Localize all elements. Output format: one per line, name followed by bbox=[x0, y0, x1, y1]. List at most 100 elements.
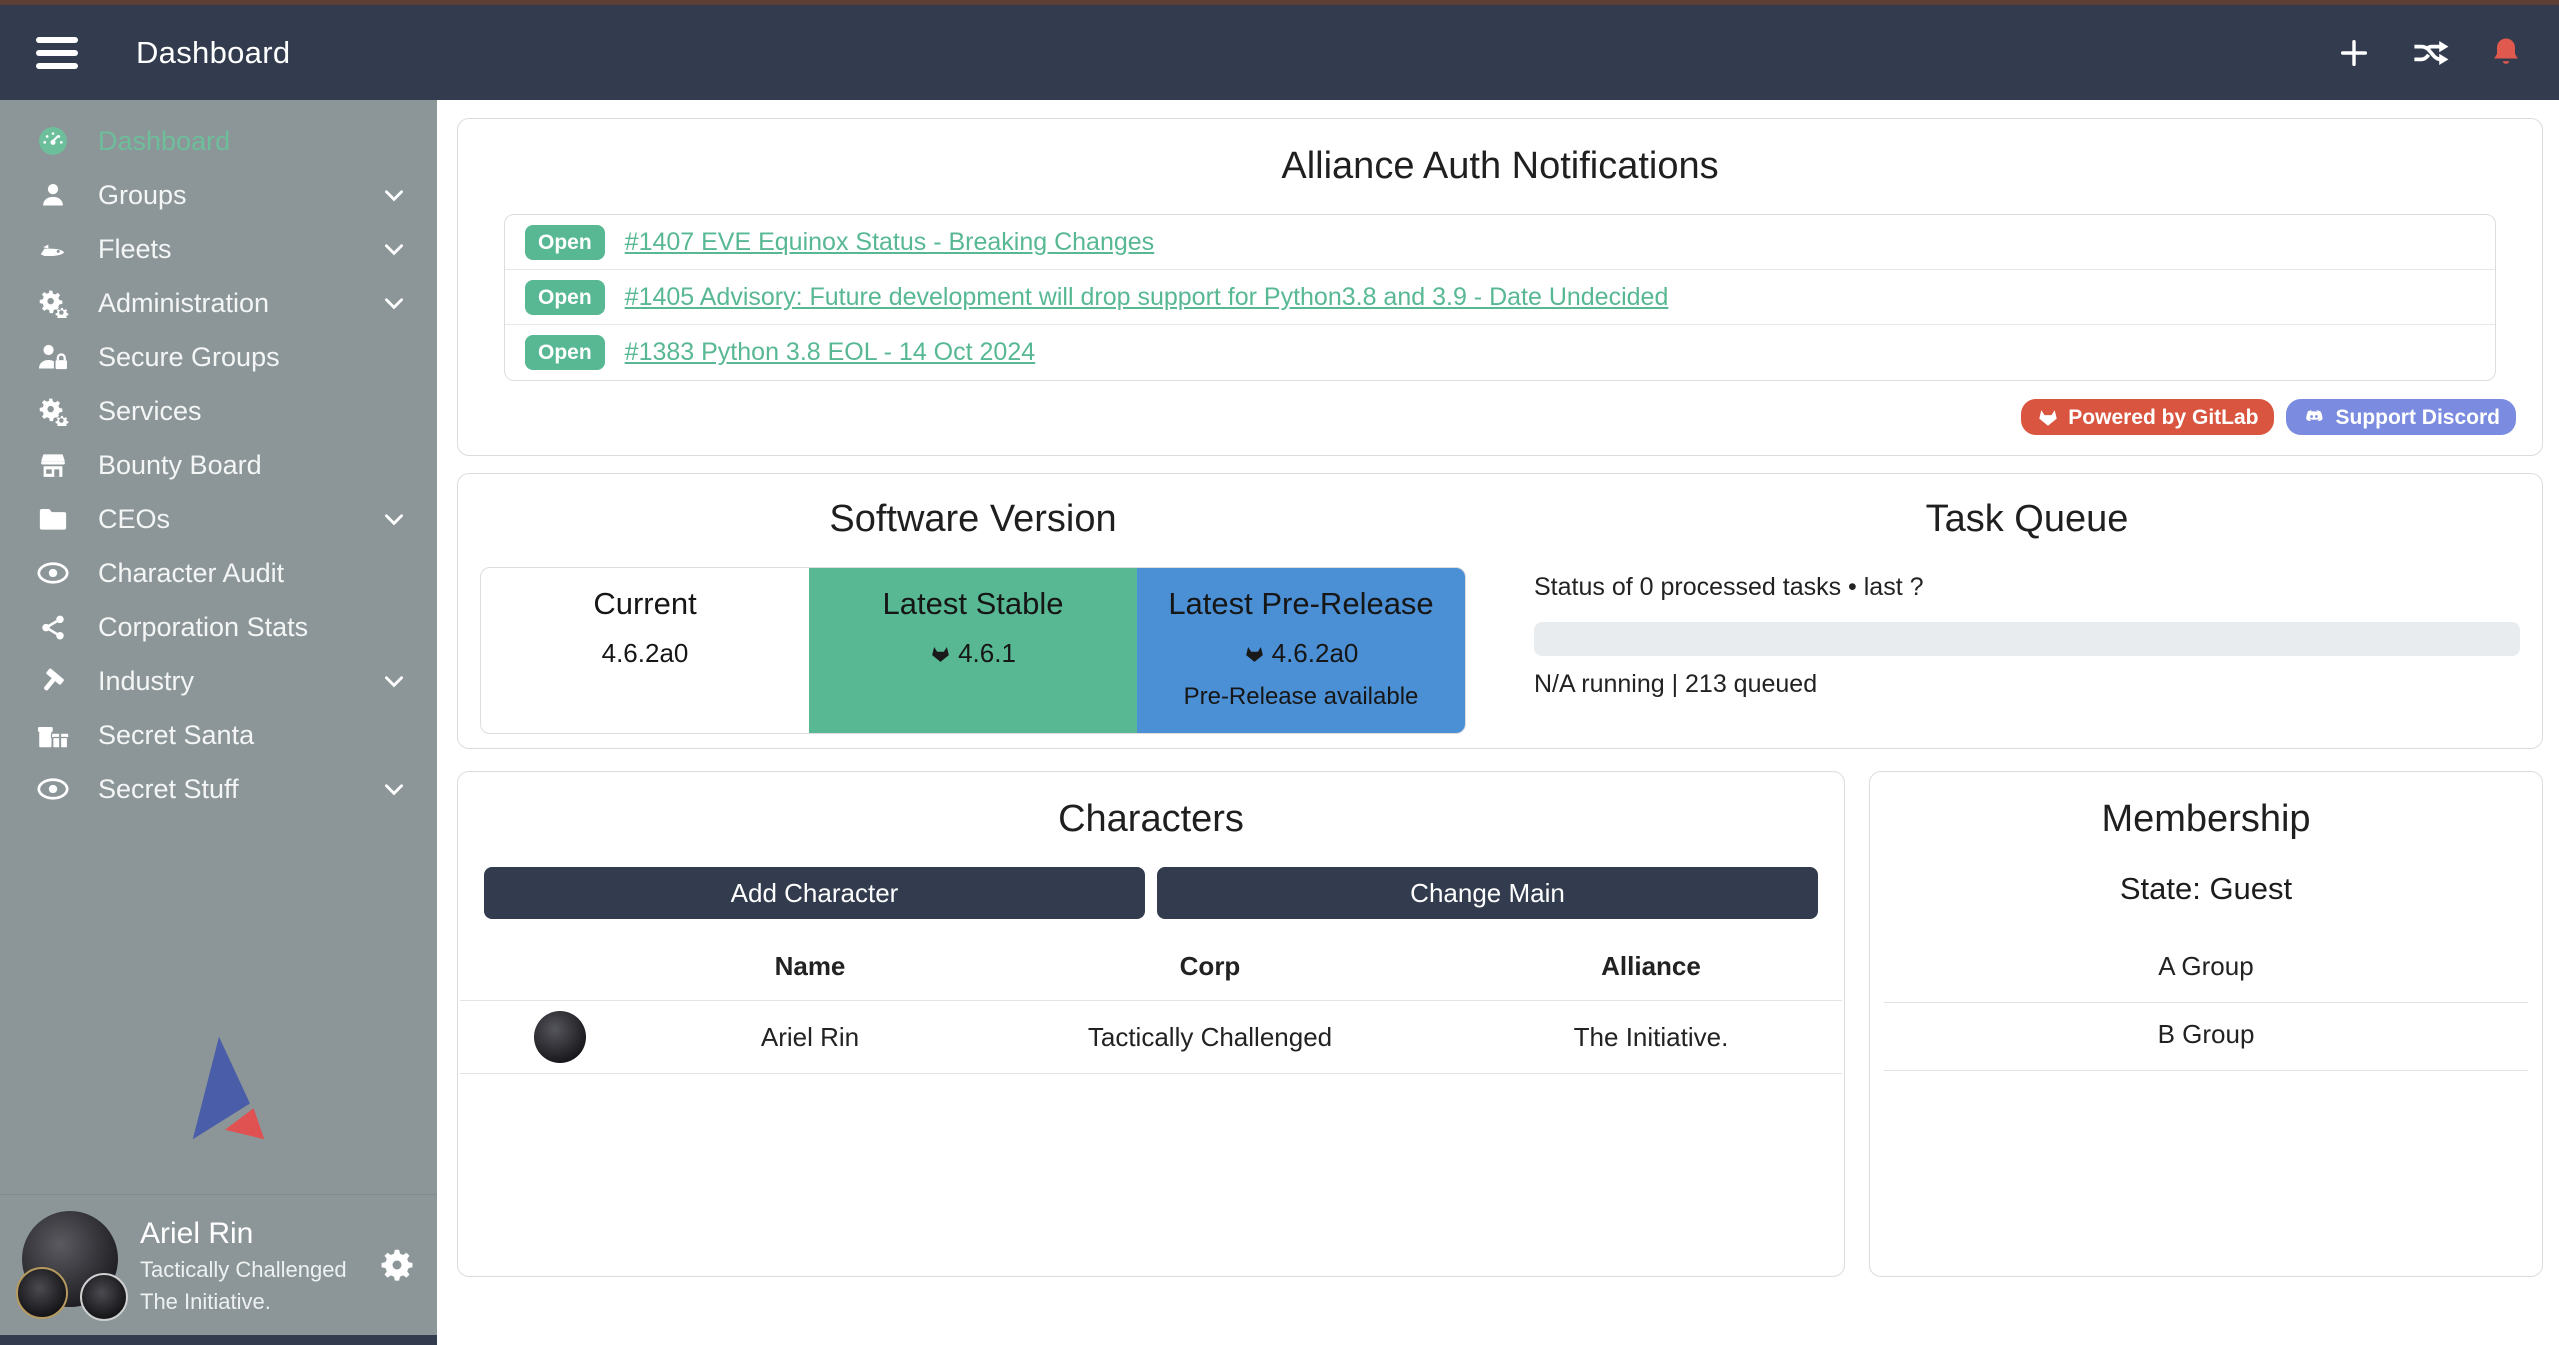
discord-badge[interactable]: Support Discord bbox=[2286, 399, 2516, 435]
sidebar-item-label: Administration bbox=[98, 288, 269, 319]
column-header-corp: Corp bbox=[960, 943, 1460, 1001]
version-prerelease-label: Latest Pre-Release bbox=[1137, 586, 1465, 622]
notification-link[interactable]: #1405 Advisory: Future development will … bbox=[625, 283, 1669, 312]
sidebar-item-label: Character Audit bbox=[98, 558, 284, 589]
user-name: Ariel Rin bbox=[140, 1215, 347, 1253]
user-icon bbox=[30, 181, 76, 209]
sidebar-item-dashboard[interactable]: Dashboard bbox=[0, 114, 437, 168]
notification-link[interactable]: #1383 Python 3.8 EOL - 14 Oct 2024 bbox=[625, 338, 1035, 367]
tachometer-icon bbox=[30, 125, 76, 157]
shuttle-icon bbox=[30, 235, 76, 263]
sidebar-item-ceos[interactable]: CEOs bbox=[0, 492, 437, 546]
software-version-section: Software Version Current 4.6.2a0 Latest … bbox=[458, 498, 1500, 748]
column-header-name: Name bbox=[660, 943, 960, 1001]
notifications-panel: Alliance Auth Notifications Open #1407 E… bbox=[457, 118, 2543, 456]
chevron-down-icon bbox=[381, 506, 407, 532]
sidebar-item-administration[interactable]: Administration bbox=[0, 276, 437, 330]
sidebar-item-bounty-board[interactable]: Bounty Board bbox=[0, 438, 437, 492]
notifications-footer: Powered by GitLab Support Discord bbox=[484, 399, 2516, 435]
task-queue-title: Task Queue bbox=[1534, 498, 2520, 541]
sidebar-item-label: Industry bbox=[98, 666, 194, 697]
sidebar-item-label: Dashboard bbox=[98, 126, 230, 157]
table-row: Ariel Rin Tactically Challenged The Init… bbox=[460, 1001, 1842, 1074]
sidebar-nav: Dashboard Groups bbox=[0, 100, 437, 816]
sidebar-item-label: CEOs bbox=[98, 504, 170, 535]
version-stable-box: Latest Stable 4.6.1 bbox=[809, 568, 1137, 733]
add-character-button[interactable]: Add Character bbox=[484, 867, 1145, 919]
cogs-icon bbox=[30, 288, 76, 318]
gifts-icon bbox=[30, 721, 76, 749]
version-boxes: Current 4.6.2a0 Latest Stable 4.6.1 bbox=[480, 567, 1466, 734]
membership-panel: Membership State: Guest A Group B Group bbox=[1869, 771, 2543, 1277]
list-item: B Group bbox=[1884, 1003, 2528, 1071]
status-badge: Open bbox=[525, 280, 605, 315]
version-prerelease-box: Latest Pre-Release 4.6.2a0 Pre-Release a… bbox=[1137, 568, 1465, 733]
eye-icon bbox=[30, 776, 76, 802]
status-badge: Open bbox=[525, 335, 605, 370]
plus-icon[interactable] bbox=[2337, 36, 2371, 70]
version-prerelease-value: 4.6.2a0 bbox=[1272, 638, 1359, 669]
version-current-box: Current 4.6.2a0 bbox=[481, 568, 809, 733]
task-queue-section: Task Queue Status of 0 processed tasks •… bbox=[1500, 498, 2542, 748]
alliance-logo-badge bbox=[80, 1273, 128, 1321]
gitlab-icon bbox=[930, 643, 951, 664]
characters-table: Name Corp Alliance Ariel Rin Tactically … bbox=[460, 943, 1842, 1074]
task-queue-counts: N/A running | 213 queued bbox=[1534, 670, 2520, 699]
chevron-down-icon bbox=[381, 776, 407, 802]
sidebar-item-label: Groups bbox=[98, 180, 187, 211]
version-stable-value: 4.6.1 bbox=[958, 638, 1016, 669]
prerelease-note: Pre-Release available bbox=[1137, 683, 1465, 711]
gitlab-badge[interactable]: Powered by GitLab bbox=[2021, 399, 2274, 435]
character-avatar bbox=[534, 1011, 586, 1063]
version-current-label: Current bbox=[481, 586, 809, 622]
menu-toggle-icon[interactable] bbox=[36, 37, 78, 69]
membership-groups: A Group B Group bbox=[1884, 935, 2528, 1071]
user-corp: Tactically Challenged bbox=[140, 1256, 347, 1284]
sidebar-item-services[interactable]: Services bbox=[0, 384, 437, 438]
user-settings-gear-icon[interactable] bbox=[379, 1247, 415, 1283]
sidebar-item-secret-stuff[interactable]: Secret Stuff bbox=[0, 762, 437, 816]
sidebar-item-label: Corporation Stats bbox=[98, 612, 308, 643]
sidebar-item-corporation-stats[interactable]: Corporation Stats bbox=[0, 600, 437, 654]
sidebar-item-fleets[interactable]: Fleets bbox=[0, 222, 437, 276]
column-header-avatar bbox=[460, 943, 660, 1001]
membership-title: Membership bbox=[1870, 798, 2542, 841]
sidebar-item-character-audit[interactable]: Character Audit bbox=[0, 546, 437, 600]
sidebar-item-secure-groups[interactable]: Secure Groups bbox=[0, 330, 437, 384]
change-main-button[interactable]: Change Main bbox=[1157, 867, 1818, 919]
shuffle-icon[interactable] bbox=[2411, 36, 2449, 70]
notification-row: Open #1405 Advisory: Future development … bbox=[505, 270, 2495, 325]
sidebar-item-label: Secret Stuff bbox=[98, 774, 239, 805]
alliance-auth-logo bbox=[0, 1032, 437, 1144]
version-current-value: 4.6.2a0 bbox=[602, 638, 689, 669]
chevron-down-icon bbox=[381, 290, 407, 316]
gitlab-icon bbox=[2037, 406, 2059, 428]
sidebar: Dashboard Groups bbox=[0, 100, 437, 1345]
avatar bbox=[22, 1211, 122, 1319]
notifications-list: Open #1407 EVE Equinox Status - Breaking… bbox=[504, 214, 2496, 381]
page-title: Dashboard bbox=[136, 35, 290, 71]
sidebar-item-label: Bounty Board bbox=[98, 450, 262, 481]
sidebar-item-industry[interactable]: Industry bbox=[0, 654, 437, 708]
gitlab-icon bbox=[1244, 643, 1265, 664]
list-item: A Group bbox=[1884, 935, 2528, 1003]
topbar: Dashboard bbox=[0, 5, 2559, 100]
hammer-icon bbox=[30, 666, 76, 696]
topbar-actions bbox=[2337, 35, 2523, 71]
membership-state: State: Guest bbox=[1870, 871, 2542, 907]
chevron-down-icon bbox=[381, 236, 407, 262]
sidebar-item-groups[interactable]: Groups bbox=[0, 168, 437, 222]
bell-icon[interactable] bbox=[2489, 35, 2523, 71]
notification-link[interactable]: #1407 EVE Equinox Status - Breaking Chan… bbox=[625, 228, 1155, 257]
sidebar-item-secret-santa[interactable]: Secret Santa bbox=[0, 708, 437, 762]
chevron-down-icon bbox=[381, 182, 407, 208]
gitlab-badge-label: Powered by GitLab bbox=[2068, 407, 2258, 428]
store-icon bbox=[30, 451, 76, 479]
task-progress-bar bbox=[1534, 622, 2520, 656]
character-alliance: The Initiative. bbox=[1460, 1001, 1842, 1074]
discord-icon bbox=[2302, 406, 2326, 428]
task-queue-status: Status of 0 processed tasks • last ? bbox=[1534, 573, 2520, 602]
user-alliance: The Initiative. bbox=[140, 1288, 347, 1316]
characters-title: Characters bbox=[458, 798, 1844, 841]
main-content: Alliance Auth Notifications Open #1407 E… bbox=[437, 100, 2559, 1345]
